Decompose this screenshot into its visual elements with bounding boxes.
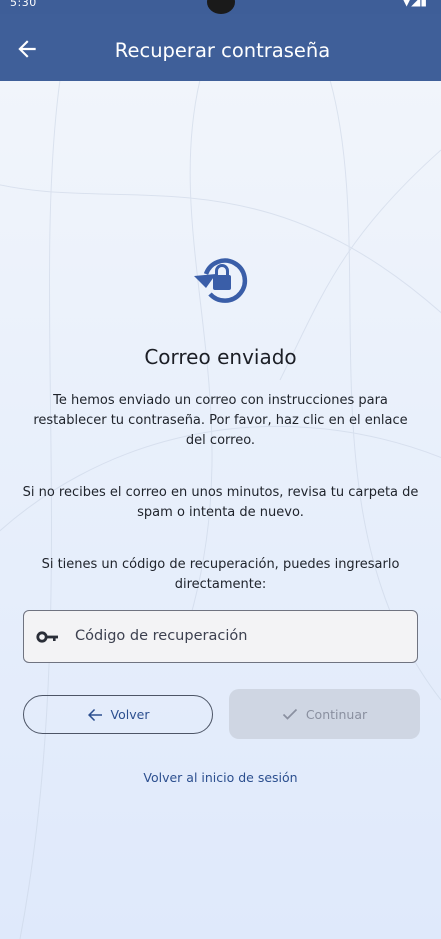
key-icon: [36, 631, 58, 643]
recovery-code-input[interactable]: [75, 619, 405, 653]
continue-button-label: Continuar: [305, 706, 368, 722]
app-bar: Recuperar contraseña: [0, 14, 441, 81]
battery-icon: ▼◢▮: [401, 0, 427, 8]
recovery-code-field[interactable]: [23, 610, 418, 663]
lock-reset-icon: [194, 258, 248, 303]
status-bar: 5:30 ▼◢▮: [0, 0, 441, 14]
spam-note-text: Si no recibes el correo en unos minutos,…: [22, 485, 419, 520]
instructions-text: Te hemos enviado un correo con instrucci…: [33, 393, 408, 448]
arrow-left-icon: [87, 708, 102, 721]
recovery-code-hint: Si tienes un código de recuperación, pue…: [41, 557, 400, 592]
back-to-login-link[interactable]: Volver al inicio de sesión: [0, 770, 441, 785]
back-button-label: Volver: [110, 707, 150, 722]
status-time: 5:30: [10, 0, 37, 9]
camera-cutout: [207, 0, 235, 14]
check-icon: [282, 708, 297, 720]
continue-button[interactable]: Continuar: [229, 689, 420, 739]
background-decoration: [0, 79, 441, 939]
back-button[interactable]: Volver: [23, 695, 213, 734]
heading: Correo enviado: [144, 345, 297, 369]
page-title: Recuperar contraseña: [114, 39, 331, 62]
